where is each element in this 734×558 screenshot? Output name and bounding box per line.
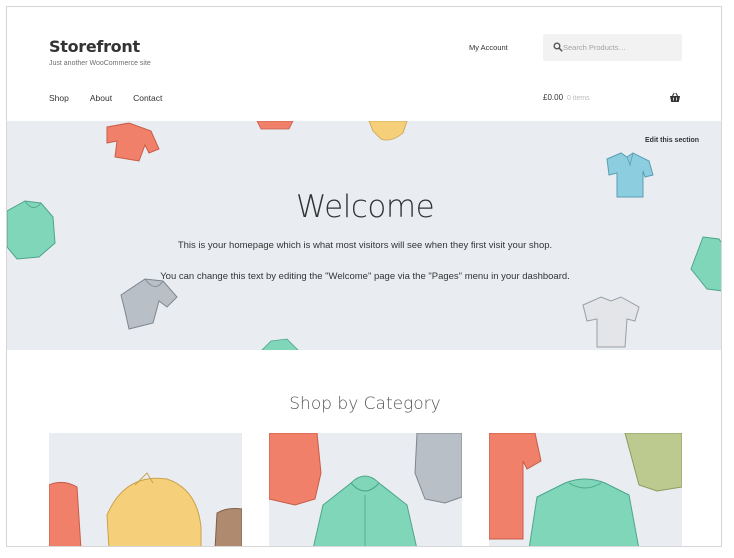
browser-viewport: Storefront Just another WooCommerce site… — [6, 6, 722, 547]
category-card-hoodies[interactable] — [269, 433, 462, 546]
coral-garment-illustration — [256, 121, 294, 130]
category-card-accessories[interactable] — [49, 433, 242, 546]
nav-item-shop[interactable]: Shop — [49, 93, 69, 103]
caps-illustration — [49, 472, 242, 546]
site-title[interactable]: Storefront — [49, 37, 140, 56]
basket-icon[interactable] — [669, 92, 681, 103]
hoodies-illustration — [269, 433, 462, 546]
primary-navigation: Shop About Contact — [49, 93, 183, 103]
yellow-cap-illustration — [368, 121, 408, 141]
cart-summary[interactable]: £0.00 0 items — [543, 93, 590, 102]
category-card-tshirts[interactable] — [489, 433, 682, 546]
product-search — [543, 34, 682, 61]
hero-text-line-1: This is your homepage which is what most… — [177, 240, 553, 251]
grey-tshirt-illustration — [582, 296, 640, 348]
welcome-hero: Edit this section Welcome This is your h… — [7, 121, 721, 350]
cart-item-count: 0 items — [567, 95, 590, 102]
hero-text-line-2: You can change this text by editing the … — [160, 271, 570, 282]
search-icon — [553, 42, 563, 52]
mint-garment-illustration — [261, 338, 299, 350]
search-input[interactable] — [563, 40, 675, 55]
shop-by-category-heading: Shop by Category — [289, 394, 441, 414]
my-account-link[interactable]: My Account — [469, 43, 508, 52]
cart-total: £0.00 — [543, 93, 564, 102]
nav-item-about[interactable]: About — [90, 93, 112, 103]
hero-title: Welcome — [295, 189, 435, 225]
edit-section-link[interactable]: Edit this section — [645, 137, 699, 144]
site-tagline: Just another WooCommerce site — [49, 60, 151, 67]
nav-item-contact[interactable]: Contact — [133, 93, 162, 103]
coral-shirt-illustration — [106, 122, 160, 162]
tshirts-illustration — [489, 433, 682, 546]
